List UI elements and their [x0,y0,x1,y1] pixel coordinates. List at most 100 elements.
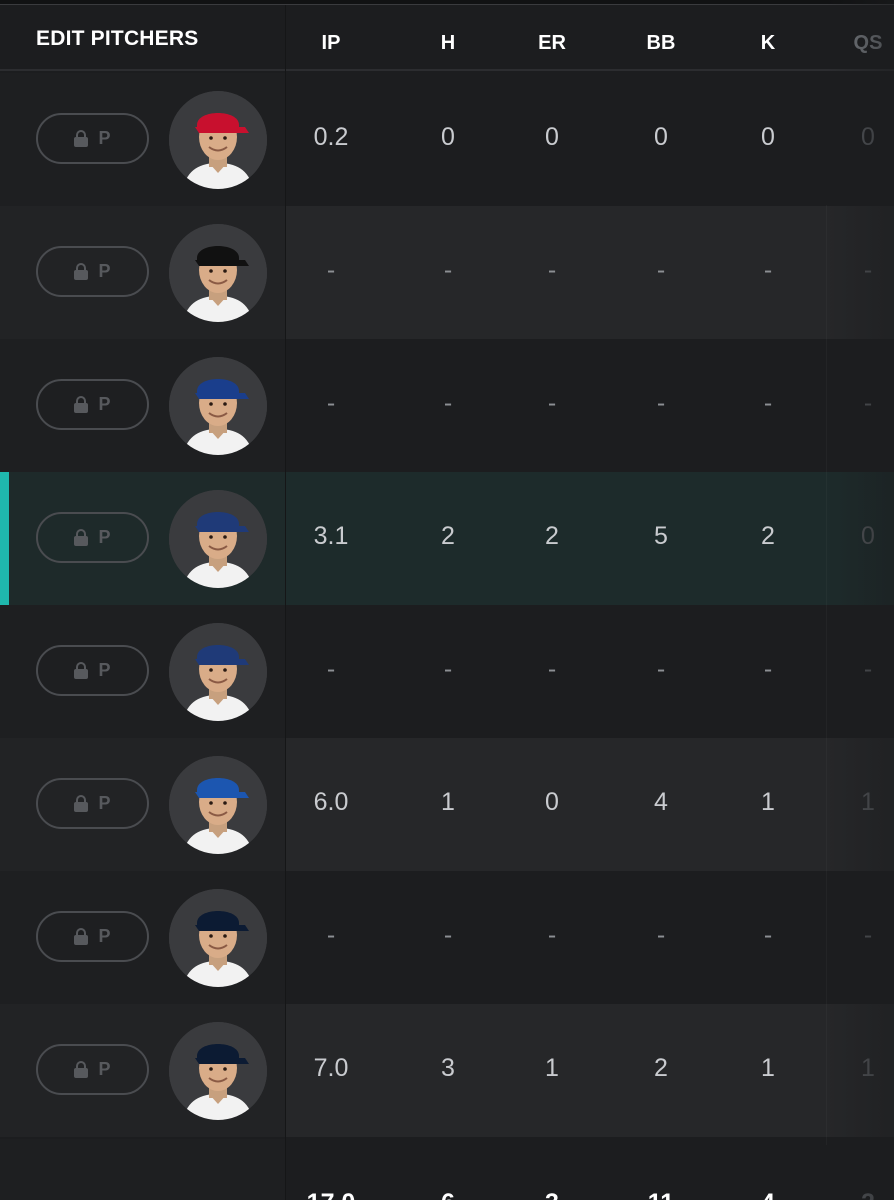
stat-qs: 1 [861,1054,875,1082]
pitcher-row[interactable]: P------ [0,206,894,339]
stat-qs: - [863,256,873,284]
column-header-ip[interactable]: IP [322,32,341,55]
position-label: P [98,261,111,281]
stat-k: - [763,389,773,417]
stat-er: 2 [545,522,559,550]
player-avatar[interactable] [169,889,267,987]
lock-icon [74,263,89,280]
position-slot-button[interactable]: P [36,778,149,829]
stat-h: 2 [441,522,455,550]
stat-ip: - [326,389,336,417]
player-avatar[interactable] [169,91,267,189]
stat-qs: - [863,921,873,949]
stat-bb: 2 [654,1054,668,1082]
stat-h: 3 [441,1054,455,1082]
stat-er: - [547,921,557,949]
lock-icon [74,928,89,945]
stat-qs: - [863,389,873,417]
player-avatar[interactable] [169,623,267,721]
position-label: P [98,926,111,946]
pitcher-row[interactable]: P 3.1 2 2 5 2 0 [0,472,894,605]
total-bb: 11 [648,1189,674,1200]
stat-ip: 3.1 [313,522,349,550]
position-slot-button[interactable]: P [36,379,149,430]
column-header-qs[interactable]: QS [854,32,883,55]
stat-k: 1 [761,1054,775,1082]
stat-k: 1 [761,788,775,816]
stat-er: 0 [545,123,559,151]
stat-h: - [443,256,453,284]
lock-icon [74,1061,89,1078]
stat-k: - [763,256,773,284]
column-header-er[interactable]: ER [538,32,566,55]
stat-er: - [547,256,557,284]
stat-ip: 6.0 [313,788,349,816]
stat-bb: - [656,655,666,683]
position-label: P [98,394,111,414]
stat-k: - [763,921,773,949]
position-slot-button[interactable]: P [36,1044,149,1095]
pitchers-stats-screen: EDIT PITCHERS IP H ER BB K QS P 0.2 0 0 0 0 0 P - - - - -… [0,0,894,1200]
pitcher-row[interactable]: P------ [0,871,894,1004]
position-label: P [98,128,111,148]
stat-ip: - [326,256,336,284]
stat-k: - [763,655,773,683]
stat-bb: - [656,921,666,949]
pitcher-row[interactable]: P------ [0,339,894,472]
pitcher-row[interactable]: P 6.0 1 0 4 1 1 [0,738,894,871]
totals-row: 17.0 6 3 11 4 2 [0,1139,894,1200]
position-slot-button[interactable]: P [36,246,149,297]
stat-ip: 7.0 [313,1054,349,1082]
player-avatar[interactable] [169,756,267,854]
total-h: 6 [441,1189,455,1200]
position-label: P [98,527,111,547]
column-header-bb[interactable]: BB [647,32,676,55]
position-slot-button[interactable]: P [36,512,149,563]
pitcher-row[interactable]: P 0.2 0 0 0 0 0 [0,73,894,206]
stat-k: 0 [761,123,775,151]
column-divider [285,5,286,1200]
stat-er: 1 [545,1054,559,1082]
stat-h: 1 [441,788,455,816]
stat-qs: 1 [861,788,875,816]
stat-bb: 5 [654,522,668,550]
player-avatar[interactable] [169,224,267,322]
player-avatar[interactable] [169,1022,267,1120]
stat-h: 0 [441,123,455,151]
stat-qs: 0 [861,123,875,151]
stat-qs: - [863,655,873,683]
position-label: P [98,793,111,813]
position-label: P [98,660,111,680]
lock-icon [74,662,89,679]
pitcher-row[interactable]: P------ [0,605,894,738]
stat-bb: - [656,256,666,284]
stat-er: 0 [545,788,559,816]
lock-icon [74,529,89,546]
stat-h: - [443,655,453,683]
stat-k: 2 [761,522,775,550]
player-avatar[interactable] [169,357,267,455]
total-qs: 2 [861,1189,875,1200]
position-slot-button[interactable]: P [36,911,149,962]
total-er: 3 [545,1189,559,1200]
table-header: EDIT PITCHERS IP H ER BB K QS [0,5,894,71]
edit-pitchers-button[interactable]: EDIT PITCHERS [36,27,198,51]
position-slot-button[interactable]: P [36,113,149,164]
lock-icon [74,130,89,147]
total-k: 4 [761,1189,775,1200]
column-header-k[interactable]: K [761,32,775,55]
column-header-h[interactable]: H [441,32,455,55]
lock-icon [74,396,89,413]
total-ip: 17.0 [307,1189,356,1200]
stat-bb: 0 [654,123,668,151]
stat-h: - [443,389,453,417]
position-slot-button[interactable]: P [36,645,149,696]
lock-icon [74,795,89,812]
pitcher-row[interactable]: P 7.0 3 1 2 1 1 [0,1004,894,1137]
player-avatar[interactable] [169,490,267,588]
stat-ip: 0.2 [313,123,349,151]
stat-h: - [443,921,453,949]
stat-bb: - [656,389,666,417]
stat-ip: - [326,655,336,683]
active-indicator [0,472,9,605]
